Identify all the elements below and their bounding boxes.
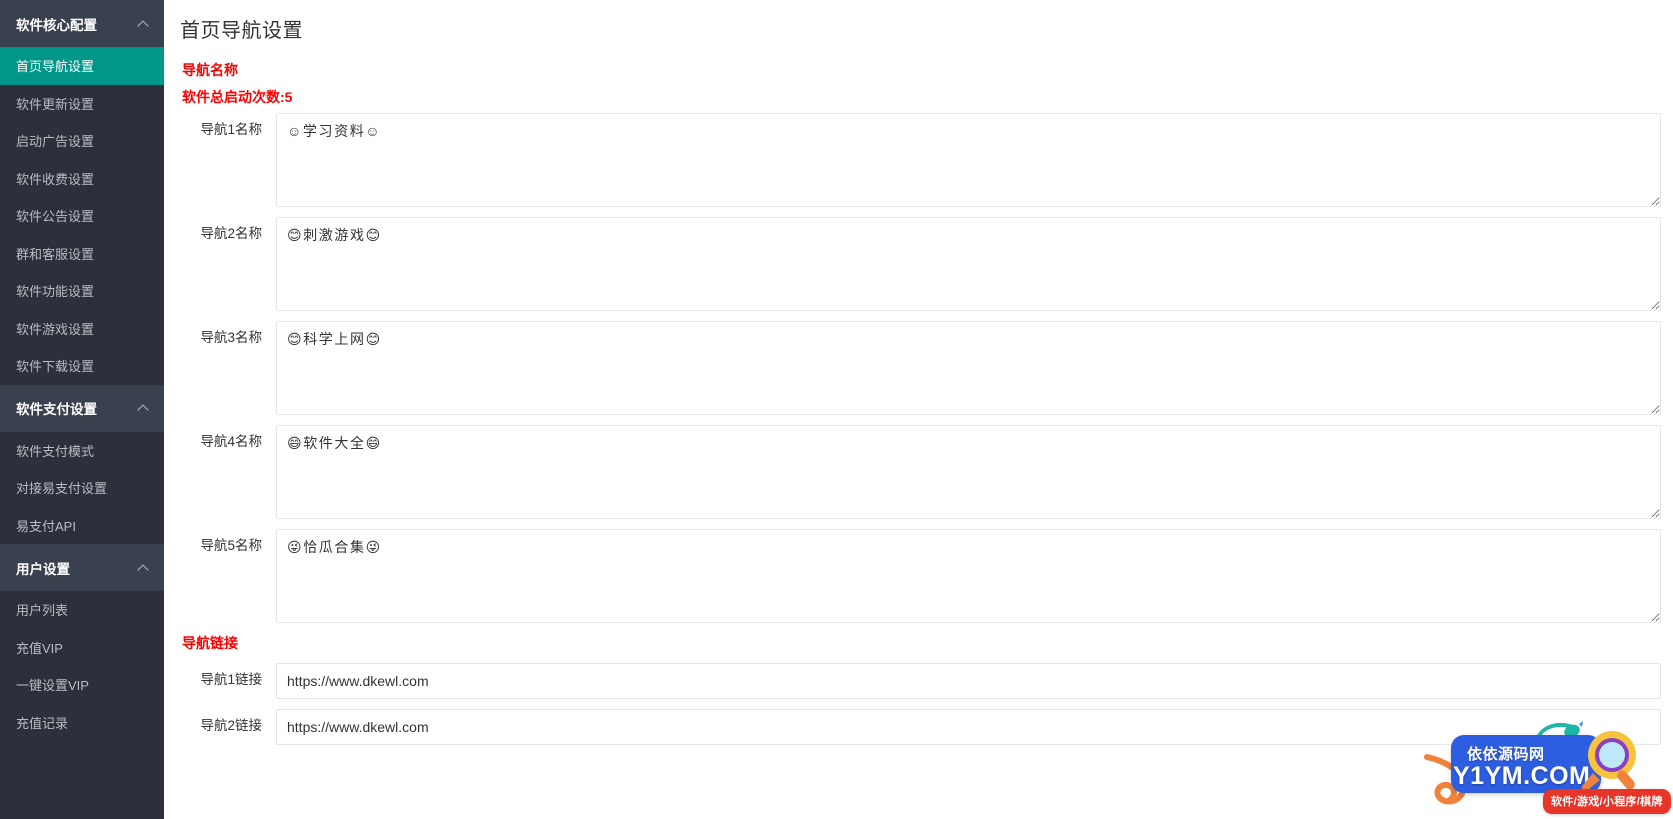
sidebar-item-billing-settings[interactable]: 软件收费设置 — [0, 159, 164, 197]
sidebar-item-recharge-records[interactable]: 充值记录 — [0, 703, 164, 741]
chevron-up-icon — [138, 402, 150, 414]
nav1-link-control — [276, 663, 1661, 699]
nav2-link-input[interactable] — [276, 709, 1661, 745]
page-title: 首页导航设置 — [180, 20, 303, 42]
sidebar-item-label: 充值VIP — [16, 640, 63, 656]
nav-link-section-heading: 导航链接 — [182, 635, 238, 651]
nav3-name-textarea[interactable] — [276, 321, 1661, 415]
nav2-name-control — [276, 217, 1661, 311]
sidebar-item-label: 软件功能设置 — [16, 284, 95, 300]
sidebar-item-label: 软件游戏设置 — [16, 321, 95, 337]
nav1-link-label: 导航1链接 — [200, 672, 262, 687]
sidebar-item-label: 一键设置VIP — [16, 678, 89, 694]
admin-page: 软件核心配置 首页导航设置 软件更新设置 启动广告设置 软件收费设置 软件公告设… — [0, 0, 1673, 819]
sidebar-item-download-settings[interactable]: 软件下载设置 — [0, 347, 164, 385]
sidebar-item-one-click-vip[interactable]: 一键设置VIP — [0, 666, 164, 704]
nav-name-section-heading: 导航名称 — [182, 62, 238, 78]
nav3-name-control — [276, 321, 1661, 415]
nav5-name-textarea[interactable] — [276, 529, 1661, 623]
nav2-link-control — [276, 709, 1661, 745]
form-row: 导航5名称 — [164, 529, 1673, 623]
sidebar-group-label: 用户设置 — [16, 561, 70, 577]
sidebar-item-label: 对接易支付设置 — [16, 481, 108, 497]
sidebar: 软件核心配置 首页导航设置 软件更新设置 启动广告设置 软件收费设置 软件公告设… — [0, 0, 164, 819]
nav1-name-control — [276, 113, 1661, 207]
sidebar-group-label: 软件支付设置 — [16, 402, 97, 417]
main-content: 首页导航设置 导航名称 软件总启动次数:5 导航1名称 导航2名称 导航3名称 — [164, 0, 1673, 819]
chevron-up-icon — [138, 18, 150, 30]
nav5-name-control — [276, 529, 1661, 623]
content-scroll-area[interactable]: 首页导航设置 导航名称 软件总启动次数:5 导航1名称 导航2名称 导航3名称 — [164, 0, 1673, 819]
sidebar-item-label: 软件支付模式 — [16, 443, 95, 459]
nav2-link-label: 导航2链接 — [200, 718, 262, 733]
form-row: 导航1名称 — [164, 113, 1673, 207]
form-row: 导航3名称 — [164, 321, 1673, 415]
nav4-name-label: 导航4名称 — [200, 434, 262, 449]
sidebar-item-announcement-settings[interactable]: 软件公告设置 — [0, 197, 164, 235]
sidebar-item-software-update-settings[interactable]: 软件更新设置 — [0, 84, 164, 122]
sidebar-item-payment-mode[interactable]: 软件支付模式 — [0, 431, 164, 469]
sidebar-item-label: 软件公告设置 — [16, 209, 95, 225]
sidebar-group-core-config[interactable]: 软件核心配置 — [0, 0, 164, 47]
sidebar-item-label: 用户列表 — [16, 603, 69, 619]
nav3-name-label: 导航3名称 — [200, 330, 262, 345]
sidebar-item-epay-api[interactable]: 易支付API — [0, 506, 164, 544]
nav1-name-label: 导航1名称 — [200, 122, 262, 137]
form-row: 导航4名称 — [164, 425, 1673, 519]
chevron-up-icon — [138, 562, 150, 574]
sidebar-item-label: 群和客服设置 — [16, 246, 95, 262]
sidebar-item-user-list[interactable]: 用户列表 — [0, 591, 164, 629]
sidebar-item-group-support-settings[interactable]: 群和客服设置 — [0, 234, 164, 272]
nav2-name-textarea[interactable] — [276, 217, 1661, 311]
form-row: 导航1链接 — [164, 663, 1673, 699]
nav1-name-textarea[interactable] — [276, 113, 1661, 207]
sidebar-item-label: 首页导航设置 — [16, 59, 95, 75]
sidebar-item-label: 软件收费设置 — [16, 171, 95, 187]
nav4-name-textarea[interactable] — [276, 425, 1661, 519]
sidebar-item-label: 充值记录 — [16, 715, 69, 731]
sidebar-item-label: 易支付API — [16, 518, 76, 534]
form-row: 导航2名称 — [164, 217, 1673, 311]
sidebar-item-epay-integration[interactable]: 对接易支付设置 — [0, 469, 164, 507]
form-row: 导航2链接 — [164, 709, 1673, 745]
sidebar-item-game-settings[interactable]: 软件游戏设置 — [0, 309, 164, 347]
sidebar-group-payment-settings[interactable]: 软件支付设置 — [0, 384, 164, 432]
sidebar-item-home-nav-settings[interactable]: 首页导航设置 — [0, 47, 164, 85]
nav1-link-input[interactable] — [276, 663, 1661, 699]
sidebar-item-label: 软件下载设置 — [16, 359, 95, 375]
nav5-name-label: 导航5名称 — [200, 538, 262, 553]
sidebar-item-recharge-vip[interactable]: 充值VIP — [0, 628, 164, 666]
nav4-name-control — [276, 425, 1661, 519]
sidebar-group-user-settings[interactable]: 用户设置 — [0, 544, 164, 591]
sidebar-group-label: 软件核心配置 — [16, 17, 97, 33]
sidebar-item-label: 软件更新设置 — [16, 96, 95, 112]
launch-count-text: 软件总启动次数:5 — [182, 89, 293, 105]
sidebar-item-label: 启动广告设置 — [16, 134, 95, 150]
nav2-name-label: 导航2名称 — [200, 226, 262, 241]
sidebar-item-startup-ad-settings[interactable]: 启动广告设置 — [0, 122, 164, 160]
sidebar-item-feature-settings[interactable]: 软件功能设置 — [0, 272, 164, 310]
